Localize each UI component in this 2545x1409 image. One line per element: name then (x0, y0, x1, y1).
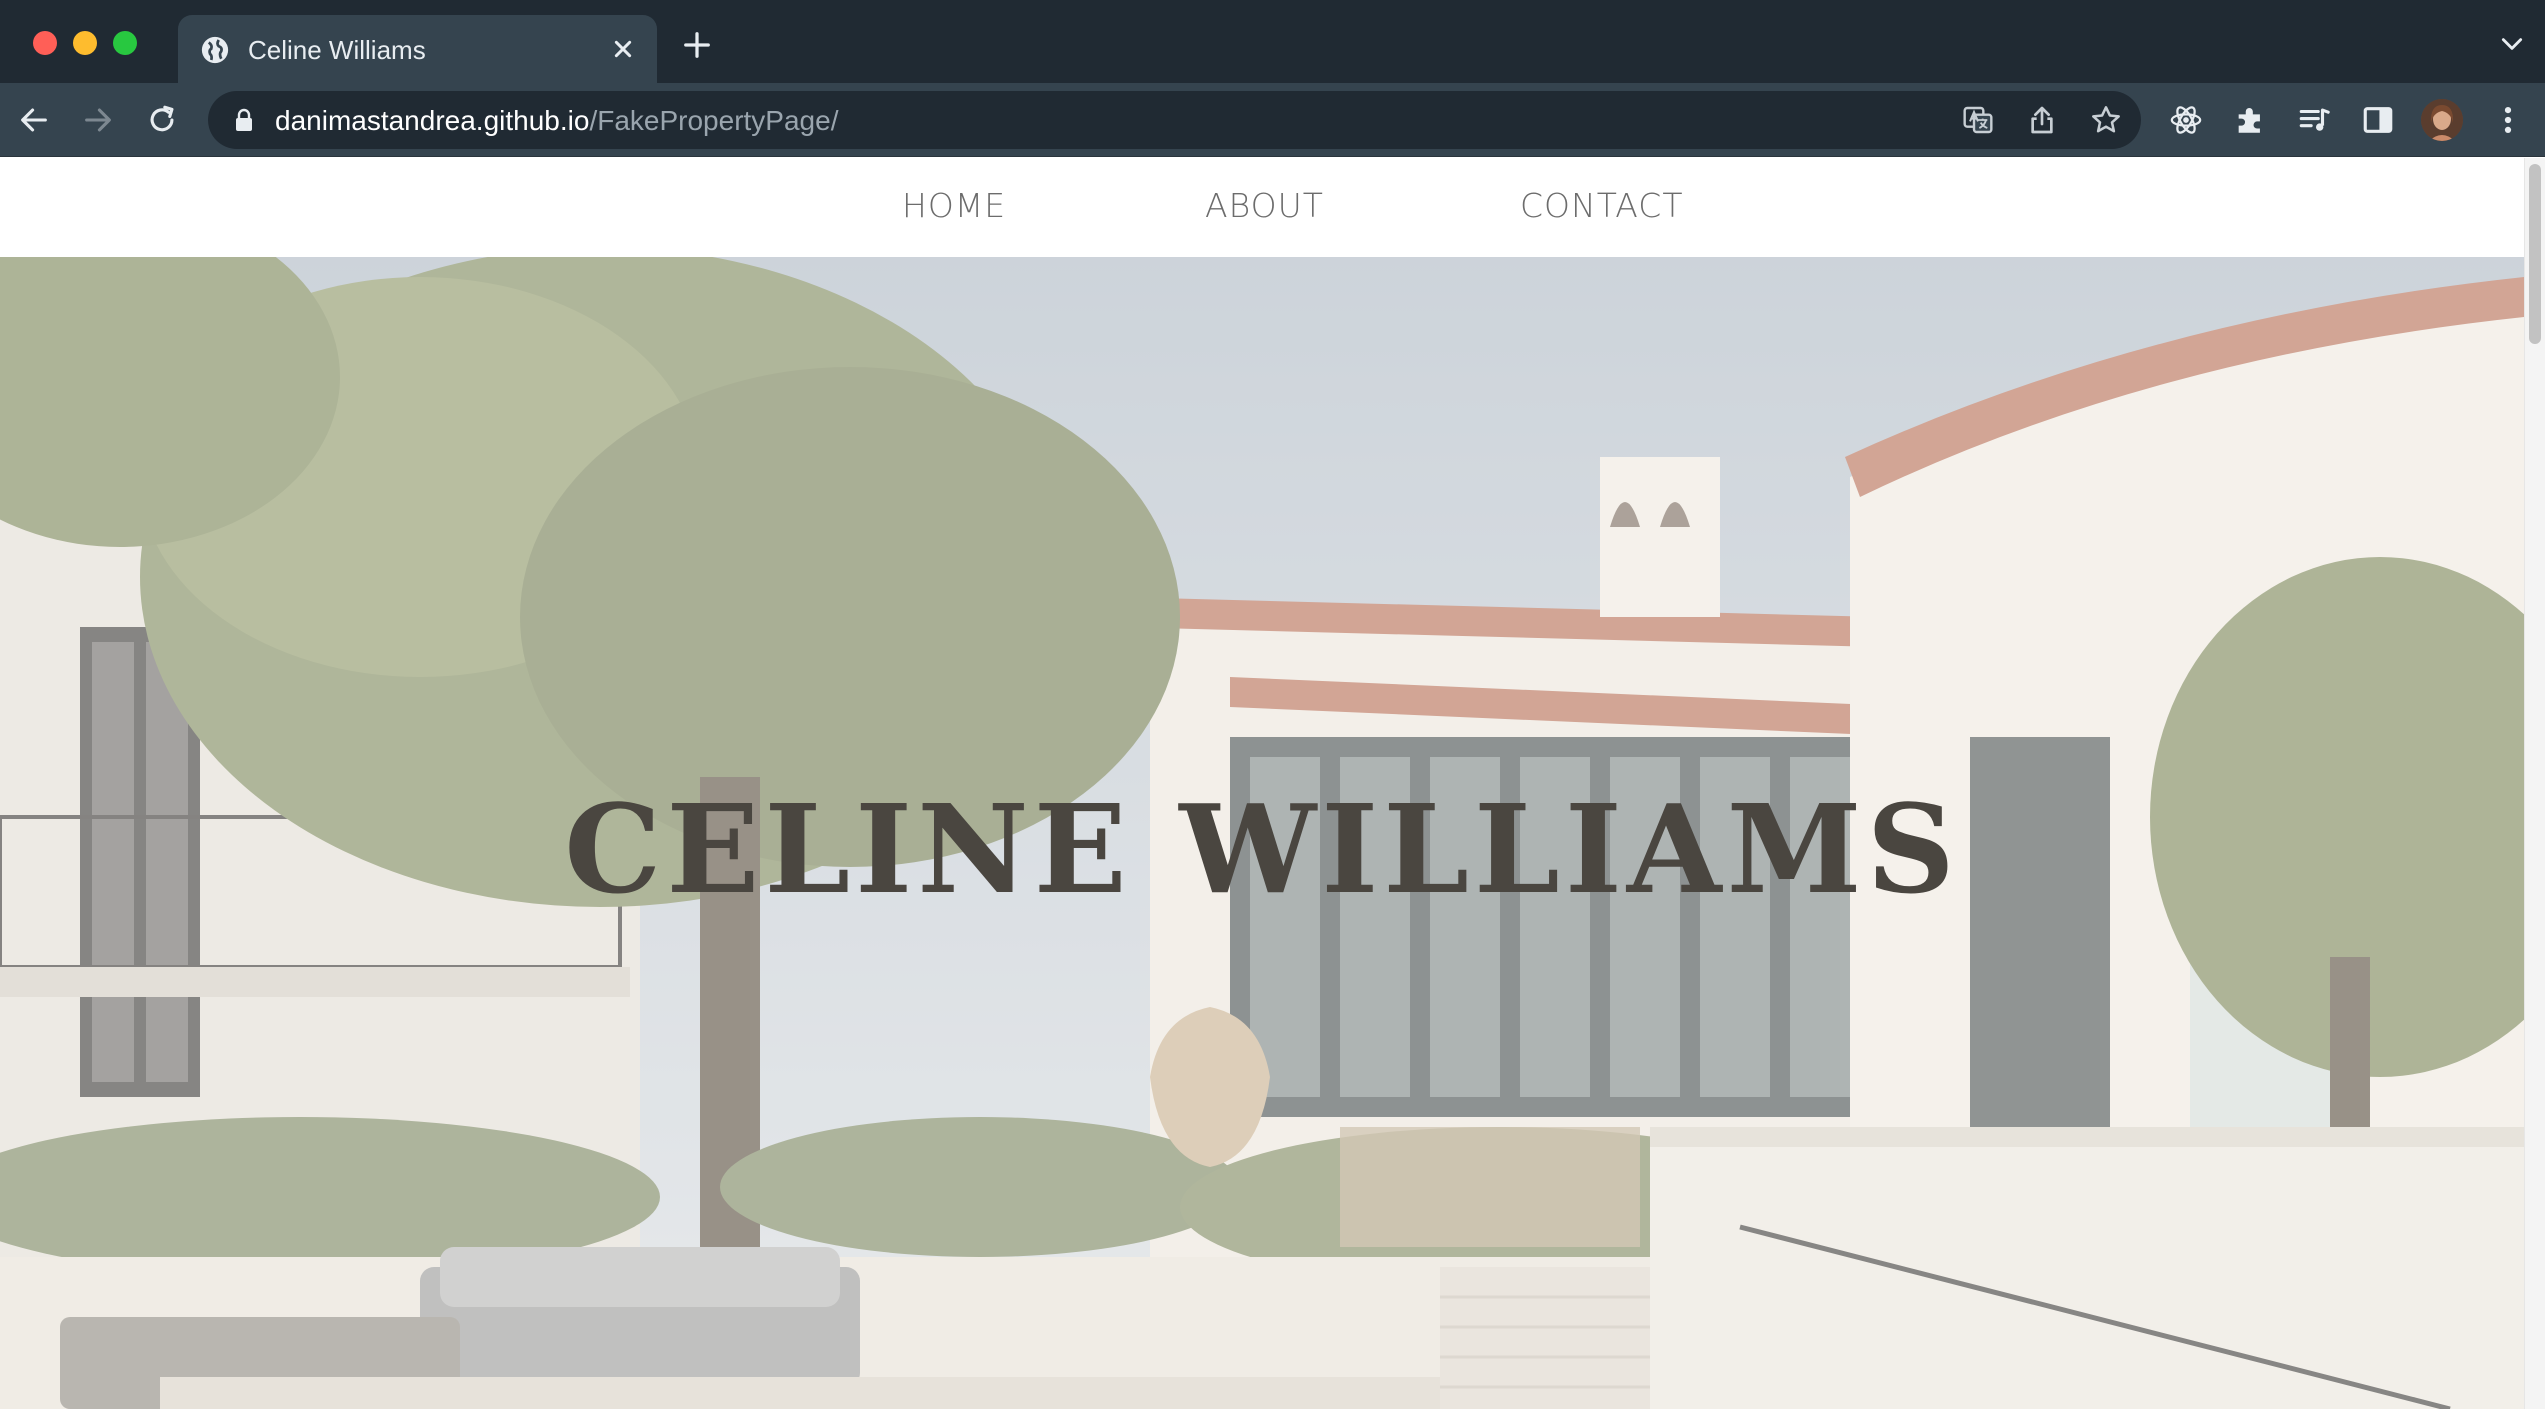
back-arrow-icon[interactable] (17, 103, 51, 137)
extensions-puzzle-icon[interactable] (2233, 103, 2267, 137)
browser-tab-active[interactable]: Celine Williams (178, 15, 657, 83)
side-panel-icon[interactable] (2361, 103, 2395, 137)
browser-toolbar: danimastandrea.github.io/FakePropertyPag… (0, 83, 2545, 157)
profile-avatar[interactable] (2421, 99, 2463, 141)
lock-icon[interactable] (234, 108, 254, 132)
site-nav: HOME ABOUT CONTACT (0, 158, 2524, 257)
chevron-down-icon[interactable] (2499, 34, 2525, 54)
close-tab-icon[interactable] (607, 33, 639, 65)
tab-title: Celine Williams (248, 35, 426, 65)
close-window-button[interactable] (33, 31, 57, 55)
browser-menu-kebab-icon[interactable] (2491, 103, 2525, 137)
nav-contact-link[interactable]: CONTACT (1520, 186, 1684, 225)
nav-home-link[interactable]: HOME (902, 186, 1006, 225)
avatar-icon (2421, 99, 2463, 141)
react-devtools-extension-icon[interactable] (2169, 103, 2203, 137)
hero-title: CELINE WILLIAMS (564, 777, 1960, 921)
forward-arrow-icon[interactable] (81, 103, 115, 137)
address-bar[interactable]: danimastandrea.github.io/FakePropertyPag… (208, 91, 2141, 149)
media-controls-icon[interactable] (2297, 103, 2331, 137)
page-viewport: HOME ABOUT CONTACT CELINE WILLIAMS (0, 158, 2545, 1409)
new-tab-icon[interactable] (682, 30, 712, 60)
page-scrollbar[interactable] (2524, 158, 2545, 1409)
scrollbar-thumb[interactable] (2529, 164, 2541, 344)
translate-icon[interactable] (1962, 104, 1994, 136)
bookmark-star-icon[interactable] (2090, 104, 2122, 136)
reload-icon[interactable] (145, 103, 179, 137)
globe-icon (201, 36, 229, 64)
url-text[interactable]: danimastandrea.github.io/FakePropertyPag… (275, 105, 838, 137)
hero-section: CELINE WILLIAMS (0, 257, 2524, 1409)
maximize-window-button[interactable] (113, 31, 137, 55)
url-host: danimastandrea.github.io (275, 105, 590, 136)
nav-about-link[interactable]: ABOUT (1205, 186, 1324, 225)
browser-tab-strip: Celine Williams (0, 0, 2545, 83)
minimize-window-button[interactable] (73, 31, 97, 55)
url-path: /FakePropertyPage/ (589, 105, 839, 136)
share-icon[interactable] (2026, 104, 2058, 136)
